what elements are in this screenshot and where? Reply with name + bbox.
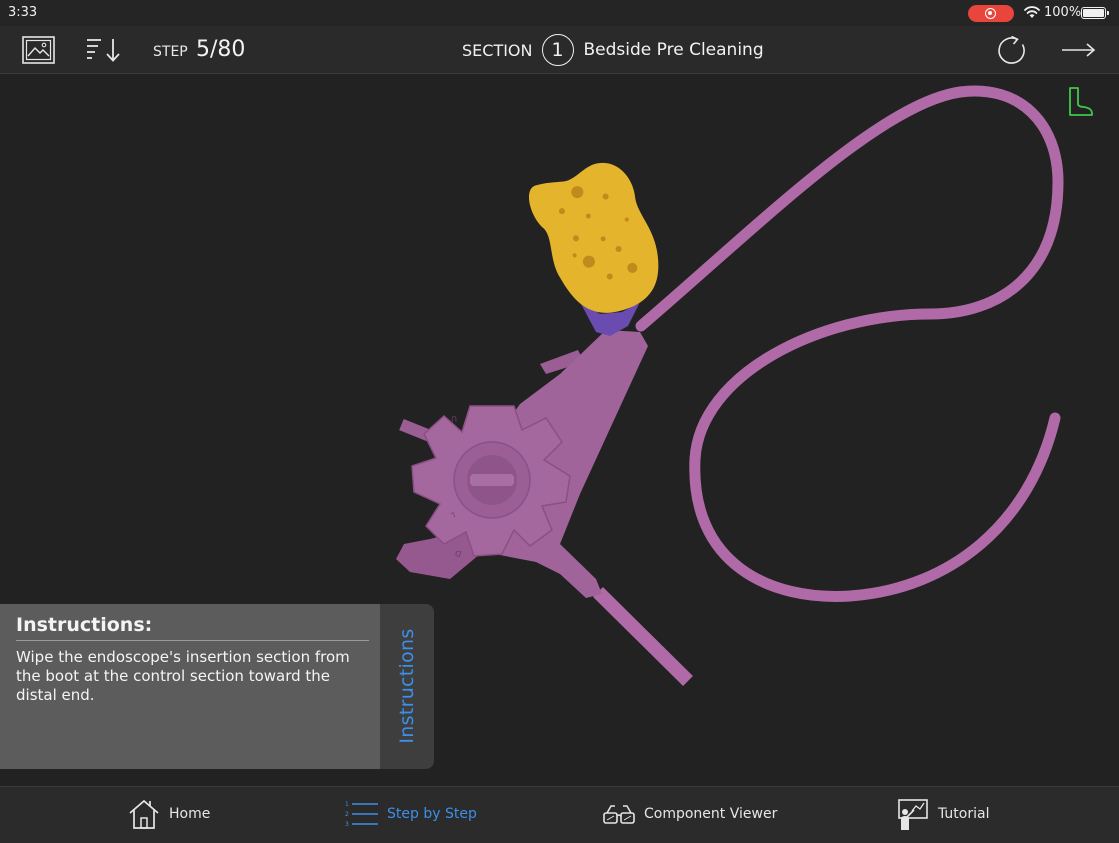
image-gallery-icon[interactable] — [22, 36, 55, 64]
status-bar: 3:33 100% — [0, 0, 1119, 26]
section-heading: SECTION 1 Bedside Pre Cleaning — [462, 33, 764, 67]
numbered-list-icon: 1 2 3 — [345, 801, 378, 828]
tab-step-by-step-label: Step by Step — [387, 806, 477, 822]
svg-text:U: U — [451, 414, 457, 423]
control-section: U L D — [396, 330, 648, 598]
3d-glasses-icon — [603, 805, 635, 824]
instructions-panel: Instructions: Wipe the endoscope's inser… — [0, 604, 380, 769]
step-counter: 5/80 — [196, 37, 246, 62]
battery-icon — [1081, 7, 1109, 19]
tab-tutorial-label: Tutorial — [938, 806, 990, 822]
tab-tutorial[interactable]: Tutorial — [896, 787, 1006, 843]
top-toolbar: STEP 5/80 SECTION 1 Bedside Pre Cleaning — [0, 26, 1119, 74]
next-arrow-icon[interactable] — [1061, 40, 1097, 60]
universal-cord — [593, 587, 693, 686]
tab-component-viewer[interactable]: Component Viewer — [600, 787, 780, 843]
home-icon — [129, 799, 159, 829]
section-label: SECTION — [462, 40, 533, 60]
wifi-icon — [1024, 6, 1040, 18]
instructions-title: Instructions: — [16, 614, 153, 636]
insertion-tube — [635, 85, 1064, 602]
svg-text:1: 1 — [345, 801, 349, 808]
boot-icon — [1069, 87, 1093, 116]
sponge — [528, 162, 659, 313]
svg-text:2: 2 — [345, 811, 349, 818]
status-time: 3:33 — [8, 5, 38, 20]
rotate-icon[interactable] — [996, 34, 1030, 68]
presentation-icon — [898, 799, 928, 830]
instructions-divider — [16, 640, 369, 641]
tab-home[interactable]: Home — [120, 787, 240, 843]
section-title: Bedside Pre Cleaning — [583, 40, 764, 60]
section-number-badge: 1 — [541, 34, 574, 66]
battery-percent: 100% — [1044, 5, 1082, 20]
sort-steps-icon[interactable] — [86, 37, 122, 63]
record-icon[interactable] — [968, 5, 1014, 22]
bottom-tab-bar: Home 1 2 3 Step by Step Component Viewer — [0, 786, 1119, 843]
instructions-toggle-tab[interactable]: Instructions — [380, 604, 434, 769]
tab-home-label: Home — [169, 806, 211, 822]
step-prefix: STEP — [153, 44, 188, 60]
tab-component-viewer-label: Component Viewer — [644, 806, 778, 822]
tab-step-by-step[interactable]: 1 2 3 Step by Step — [344, 787, 484, 843]
instructions-text: Wipe the endoscope's insertion section f… — [16, 648, 350, 704]
instructions-tab-label: Instructions — [396, 628, 418, 744]
svg-text:3: 3 — [345, 821, 349, 828]
